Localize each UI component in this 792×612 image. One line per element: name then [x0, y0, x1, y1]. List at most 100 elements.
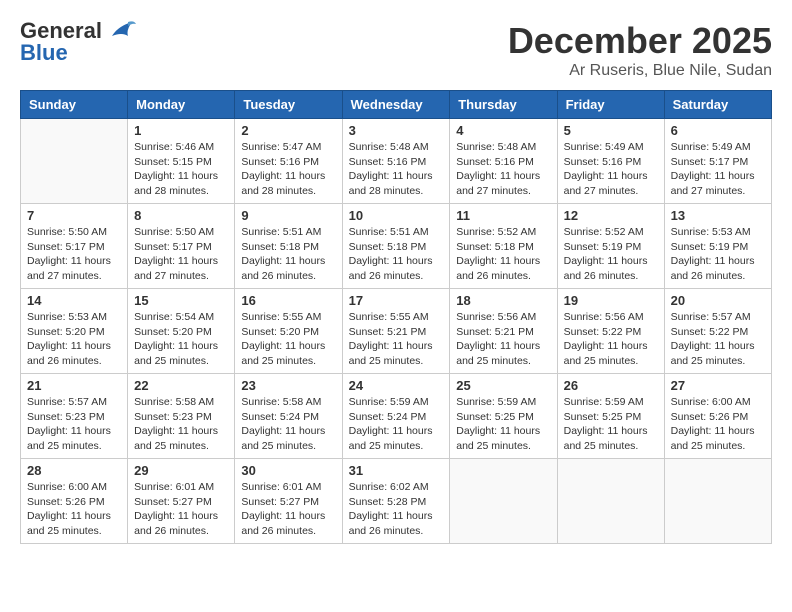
weekday-header-friday: Friday: [557, 91, 664, 119]
logo-bird-icon: [104, 18, 136, 40]
day-detail: Sunrise: 5:47 AMSunset: 5:16 PMDaylight:…: [241, 140, 335, 199]
day-detail: Sunrise: 5:59 AMSunset: 5:25 PMDaylight:…: [456, 395, 550, 454]
calendar-cell: 18 Sunrise: 5:56 AMSunset: 5:21 PMDayligh…: [450, 289, 557, 374]
day-detail: Sunrise: 5:48 AMSunset: 5:16 PMDaylight:…: [349, 140, 444, 199]
day-detail: Sunrise: 6:00 AMSunset: 5:26 PMDaylight:…: [671, 395, 765, 454]
day-detail: Sunrise: 5:54 AMSunset: 5:20 PMDaylight:…: [134, 310, 228, 369]
day-number: 28: [27, 463, 121, 478]
day-number: 10: [349, 208, 444, 223]
day-number: 17: [349, 293, 444, 308]
day-detail: Sunrise: 5:49 AMSunset: 5:17 PMDaylight:…: [671, 140, 765, 199]
day-number: 30: [241, 463, 335, 478]
calendar-cell: 3 Sunrise: 5:48 AMSunset: 5:16 PMDaylight…: [342, 119, 450, 204]
week-row-2: 7Sunrise: 5:50 AMSunset: 5:17 PMDaylight…: [21, 204, 772, 289]
month-year-title: December 2025: [508, 20, 772, 62]
calendar-table: SundayMondayTuesdayWednesdayThursdayFrid…: [20, 90, 772, 544]
weekday-header-monday: Monday: [128, 91, 235, 119]
day-number: 24: [349, 378, 444, 393]
week-row-1: 1 Sunrise: 5:46 AMSunset: 5:15 PMDaylight…: [21, 119, 772, 204]
calendar-cell: 14 Sunrise: 5:53 AMSunset: 5:20 PMDayligh…: [21, 289, 128, 374]
day-number: 21: [27, 378, 121, 393]
day-number: 13: [671, 208, 765, 223]
day-number: 11: [456, 208, 550, 223]
day-detail: Sunrise: 5:48 AMSunset: 5:16 PMDaylight:…: [456, 140, 550, 199]
calendar-header-row: SundayMondayTuesdayWednesdayThursdayFrid…: [21, 91, 772, 119]
day-detail: Sunrise: 5:53 AMSunset: 5:20 PMDaylight:…: [27, 310, 121, 369]
calendar-cell: 27 Sunrise: 6:00 AMSunset: 5:26 PMDayligh…: [664, 374, 771, 459]
calendar-cell: 1 Sunrise: 5:46 AMSunset: 5:15 PMDaylight…: [128, 119, 235, 204]
day-detail: Sunrise: 5:52 AMSunset: 5:18 PMDaylight:…: [456, 225, 550, 284]
day-number: 8: [134, 208, 228, 223]
calendar-cell: 12Sunrise: 5:52 AMSunset: 5:19 PMDayligh…: [557, 204, 664, 289]
day-detail: Sunrise: 5:58 AMSunset: 5:23 PMDaylight:…: [134, 395, 228, 454]
calendar-cell: 17Sunrise: 5:55 AMSunset: 5:21 PMDayligh…: [342, 289, 450, 374]
day-number: 31: [349, 463, 444, 478]
day-detail: Sunrise: 6:00 AMSunset: 5:26 PMDaylight:…: [27, 480, 121, 539]
calendar-cell: [557, 459, 664, 544]
day-number: 26: [564, 378, 658, 393]
day-detail: Sunrise: 5:55 AMSunset: 5:20 PMDaylight:…: [241, 310, 335, 369]
page-header: General Blue December 2025 Ar Ruseris, B…: [20, 20, 772, 80]
day-number: 25: [456, 378, 550, 393]
day-detail: Sunrise: 5:56 AMSunset: 5:21 PMDaylight:…: [456, 310, 550, 369]
day-number: 9: [241, 208, 335, 223]
calendar-cell: 23Sunrise: 5:58 AMSunset: 5:24 PMDayligh…: [235, 374, 342, 459]
weekday-header-thursday: Thursday: [450, 91, 557, 119]
calendar-cell: 21 Sunrise: 5:57 AMSunset: 5:23 PMDayligh…: [21, 374, 128, 459]
day-number: 29: [134, 463, 228, 478]
day-number: 20: [671, 293, 765, 308]
day-detail: Sunrise: 5:51 AMSunset: 5:18 PMDaylight:…: [241, 225, 335, 284]
calendar-cell: 15Sunrise: 5:54 AMSunset: 5:20 PMDayligh…: [128, 289, 235, 374]
day-detail: Sunrise: 5:49 AMSunset: 5:16 PMDaylight:…: [564, 140, 658, 199]
calendar-cell: 20 Sunrise: 5:57 AMSunset: 5:22 PMDayligh…: [664, 289, 771, 374]
weekday-header-tuesday: Tuesday: [235, 91, 342, 119]
day-number: 14: [27, 293, 121, 308]
calendar-cell: 26 Sunrise: 5:59 AMSunset: 5:25 PMDayligh…: [557, 374, 664, 459]
day-detail: Sunrise: 5:56 AMSunset: 5:22 PMDaylight:…: [564, 310, 658, 369]
day-number: 18: [456, 293, 550, 308]
day-number: 4: [456, 123, 550, 138]
calendar-cell: 28 Sunrise: 6:00 AMSunset: 5:26 PMDayligh…: [21, 459, 128, 544]
day-detail: Sunrise: 5:46 AMSunset: 5:15 PMDaylight:…: [134, 140, 228, 199]
day-detail: Sunrise: 5:57 AMSunset: 5:22 PMDaylight:…: [671, 310, 765, 369]
day-number: 1: [134, 123, 228, 138]
logo-blue: Blue: [20, 40, 68, 65]
calendar-cell: 11 Sunrise: 5:52 AMSunset: 5:18 PMDayligh…: [450, 204, 557, 289]
day-detail: Sunrise: 5:59 AMSunset: 5:24 PMDaylight:…: [349, 395, 444, 454]
calendar-cell: 7Sunrise: 5:50 AMSunset: 5:17 PMDaylight…: [21, 204, 128, 289]
weekday-header-saturday: Saturday: [664, 91, 771, 119]
day-detail: Sunrise: 6:01 AMSunset: 5:27 PMDaylight:…: [134, 480, 228, 539]
day-detail: Sunrise: 6:01 AMSunset: 5:27 PMDaylight:…: [241, 480, 335, 539]
day-detail: Sunrise: 5:59 AMSunset: 5:25 PMDaylight:…: [564, 395, 658, 454]
calendar-cell: 9 Sunrise: 5:51 AMSunset: 5:18 PMDaylight…: [235, 204, 342, 289]
day-number: 19: [564, 293, 658, 308]
calendar-cell: 25 Sunrise: 5:59 AMSunset: 5:25 PMDayligh…: [450, 374, 557, 459]
calendar-cell: [664, 459, 771, 544]
calendar-cell: 24 Sunrise: 5:59 AMSunset: 5:24 PMDayligh…: [342, 374, 450, 459]
weekday-header-sunday: Sunday: [21, 91, 128, 119]
week-row-4: 21 Sunrise: 5:57 AMSunset: 5:23 PMDayligh…: [21, 374, 772, 459]
calendar-cell: 13 Sunrise: 5:53 AMSunset: 5:19 PMDayligh…: [664, 204, 771, 289]
day-detail: Sunrise: 5:57 AMSunset: 5:23 PMDaylight:…: [27, 395, 121, 454]
logo: General Blue: [20, 20, 136, 64]
calendar-cell: 2Sunrise: 5:47 AMSunset: 5:16 PMDaylight…: [235, 119, 342, 204]
week-row-3: 14 Sunrise: 5:53 AMSunset: 5:20 PMDayligh…: [21, 289, 772, 374]
calendar-cell: 31Sunrise: 6:02 AMSunset: 5:28 PMDayligh…: [342, 459, 450, 544]
day-detail: Sunrise: 5:51 AMSunset: 5:18 PMDaylight:…: [349, 225, 444, 284]
location-subtitle: Ar Ruseris, Blue Nile, Sudan: [508, 62, 772, 80]
day-detail: Sunrise: 5:58 AMSunset: 5:24 PMDaylight:…: [241, 395, 335, 454]
calendar-cell: [450, 459, 557, 544]
calendar-cell: 10 Sunrise: 5:51 AMSunset: 5:18 PMDayligh…: [342, 204, 450, 289]
day-number: 27: [671, 378, 765, 393]
calendar-cell: 29 Sunrise: 6:01 AMSunset: 5:27 PMDayligh…: [128, 459, 235, 544]
calendar-cell: 30 Sunrise: 6:01 AMSunset: 5:27 PMDayligh…: [235, 459, 342, 544]
day-number: 16: [241, 293, 335, 308]
calendar-cell: 22Sunrise: 5:58 AMSunset: 5:23 PMDayligh…: [128, 374, 235, 459]
calendar-cell: 19 Sunrise: 5:56 AMSunset: 5:22 PMDayligh…: [557, 289, 664, 374]
weekday-header-wednesday: Wednesday: [342, 91, 450, 119]
day-number: 3: [349, 123, 444, 138]
title-section: December 2025 Ar Ruseris, Blue Nile, Sud…: [508, 20, 772, 80]
day-detail: Sunrise: 5:50 AMSunset: 5:17 PMDaylight:…: [27, 225, 121, 284]
calendar-cell: 6Sunrise: 5:49 AMSunset: 5:17 PMDaylight…: [664, 119, 771, 204]
day-detail: Sunrise: 5:53 AMSunset: 5:19 PMDaylight:…: [671, 225, 765, 284]
